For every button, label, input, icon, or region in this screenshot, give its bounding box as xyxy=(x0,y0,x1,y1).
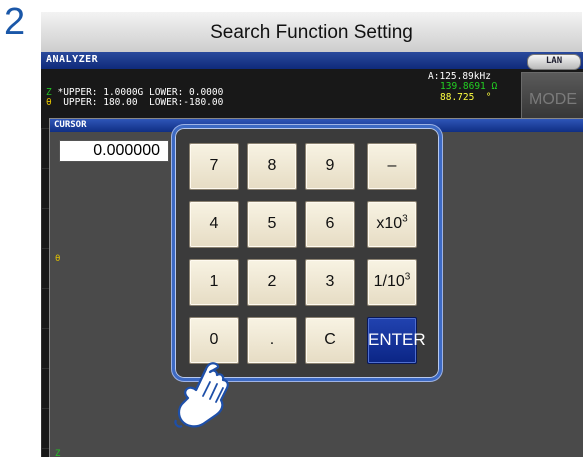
key-enter[interactable]: ENTER xyxy=(367,317,426,364)
key-2-label: 2 xyxy=(267,273,277,290)
key-divide-10-cubed[interactable]: 1/103 xyxy=(367,259,417,306)
key-8[interactable]: 8 xyxy=(247,143,297,190)
analyzer-header: ANALYZER LAN xyxy=(41,52,583,70)
key-enter-label: ENTER xyxy=(368,330,426,349)
theta-limits-row: θ UPPER: 180.00 LOWER:-180.00 xyxy=(46,98,223,108)
key-9-label: 9 xyxy=(325,157,335,174)
key-6-label: 6 xyxy=(325,215,335,232)
key-divide-10-exponent: 3 xyxy=(404,271,411,283)
key-5-label: 5 xyxy=(267,215,277,232)
key-9[interactable]: 9 xyxy=(305,143,355,190)
step-number: 2 xyxy=(4,1,26,43)
key-7-label: 7 xyxy=(209,157,219,174)
cursor-dialog-title: CURSOR xyxy=(54,120,87,130)
page-title: Search Function Setting xyxy=(210,22,413,43)
key-4[interactable]: 4 xyxy=(189,201,239,248)
key-3-label: 3 xyxy=(325,273,335,290)
key-1-label: 1 xyxy=(209,273,219,290)
key-decimal-point[interactable]: . xyxy=(247,317,297,364)
key-5[interactable]: 5 xyxy=(247,201,297,248)
key-1[interactable]: 1 xyxy=(189,259,239,306)
analyzer-label: ANALYZER xyxy=(46,54,99,65)
key-3[interactable]: 3 xyxy=(305,259,355,306)
key-decimal-point-label: . xyxy=(269,331,275,348)
theta-symbol: θ xyxy=(46,97,52,108)
lan-label: LAN xyxy=(545,56,563,66)
key-8-label: 8 xyxy=(267,157,277,174)
key-2[interactable]: 2 xyxy=(247,259,297,306)
mode-label: MODE xyxy=(529,91,577,108)
numeric-keypad: 7 8 9 – 4 5 6 x103 1 2 3 1/103 0 . C ENT… xyxy=(172,125,442,381)
key-times-10-exponent: 3 xyxy=(402,213,408,225)
theta-axis-marker: θ xyxy=(55,254,61,264)
key-times-10-cubed[interactable]: x103 xyxy=(367,201,417,248)
key-6[interactable]: 6 xyxy=(305,201,355,248)
cursor-value: 0.000000 xyxy=(93,142,160,159)
cursor-value-field[interactable]: 0.000000 xyxy=(59,140,169,162)
key-7[interactable]: 7 xyxy=(189,143,239,190)
theta-value: 88.725 ° xyxy=(440,92,492,103)
lan-button[interactable]: LAN xyxy=(527,54,581,70)
key-clear-label: C xyxy=(324,331,336,348)
theta-limits: UPPER: 180.00 LOWER:-180.00 xyxy=(63,97,224,108)
key-minus-label: – xyxy=(387,157,397,174)
z-axis-marker: Z xyxy=(55,449,61,457)
key-times-10-text: x10 xyxy=(376,215,403,232)
key-4-label: 4 xyxy=(209,215,219,232)
key-divide-10-text: 1/10 xyxy=(373,273,405,290)
z-value: 139.8691 Ω xyxy=(440,81,498,92)
key-0[interactable]: 0 xyxy=(189,317,239,364)
pointing-hand-icon xyxy=(174,362,229,428)
key-minus[interactable]: – xyxy=(367,143,417,190)
key-divide-10-cubed-label: 1/103 xyxy=(368,271,416,291)
key-times-10-cubed-label: x103 xyxy=(368,213,416,233)
key-0-label: 0 xyxy=(209,331,219,348)
title-bar: Search Function Setting xyxy=(41,12,582,53)
key-clear[interactable]: C xyxy=(305,317,355,364)
